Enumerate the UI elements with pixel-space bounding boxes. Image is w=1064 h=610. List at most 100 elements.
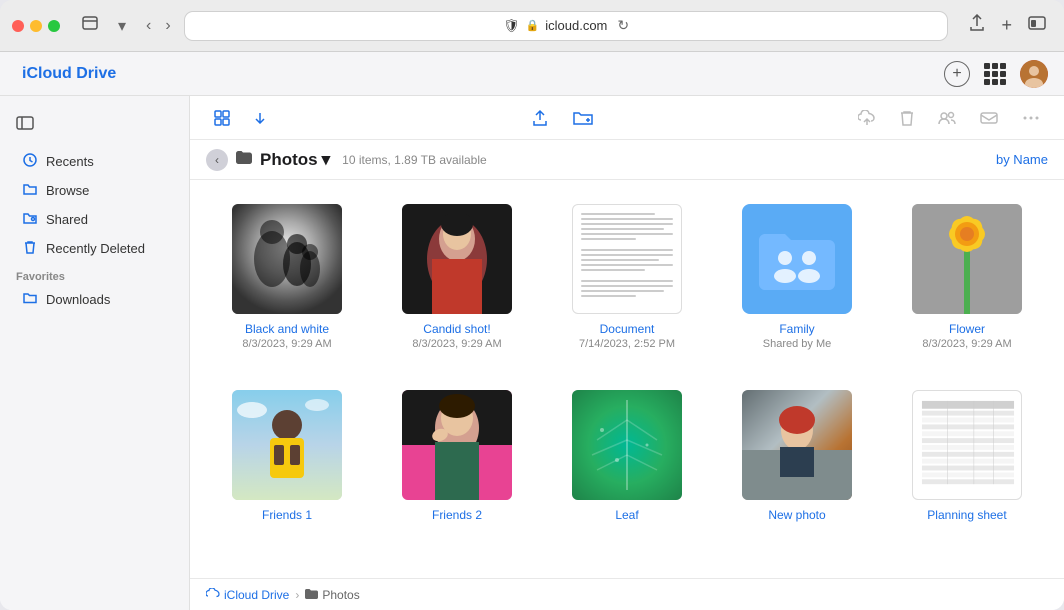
file-item-document[interactable]: Document 7/14/2023, 2:52 PM bbox=[550, 196, 704, 358]
file-date-family: Shared by Me bbox=[763, 338, 831, 350]
favorites-section-label: Favorites bbox=[0, 263, 189, 285]
apps-grid-button[interactable] bbox=[980, 59, 1010, 89]
app-title: iCloud Drive bbox=[22, 65, 116, 83]
file-date-candid-shot: 8/3/2023, 9:29 AM bbox=[412, 338, 501, 350]
tab-overview-button[interactable] bbox=[76, 12, 104, 39]
trash-disabled-button bbox=[892, 106, 922, 130]
path-subtitle: 10 items, 1.89 TB available bbox=[342, 153, 487, 167]
lock-icon: 🔒 bbox=[526, 19, 540, 32]
breadcrumb-current-label: Photos bbox=[322, 588, 359, 602]
browse-icon bbox=[22, 182, 38, 199]
tabs-button[interactable] bbox=[1022, 10, 1052, 41]
upload-button[interactable] bbox=[523, 105, 557, 131]
file-thumb-candid-shot bbox=[402, 204, 512, 314]
file-thumb-family bbox=[742, 204, 852, 314]
content-area: ‹ Photos ▾ 10 items, 1.89 TB available b… bbox=[190, 96, 1064, 610]
file-name-document: Document bbox=[600, 322, 655, 336]
maximize-button[interactable] bbox=[48, 20, 60, 32]
file-date-flower: 8/3/2023, 9:29 AM bbox=[922, 338, 1011, 350]
path-title[interactable]: Photos ▾ bbox=[260, 150, 330, 170]
user-avatar[interactable] bbox=[1020, 60, 1048, 88]
file-name-candid-shot: Candid shot! bbox=[423, 322, 490, 336]
current-folder-icon bbox=[236, 151, 252, 169]
file-grid: Black and white 8/3/2023, 9:29 AM bbox=[190, 180, 1064, 578]
close-button[interactable] bbox=[12, 20, 24, 32]
add-button[interactable]: + bbox=[944, 61, 970, 87]
breadcrumb-root-label: iCloud Drive bbox=[224, 588, 289, 602]
back-navigation-button[interactable]: ‹ bbox=[140, 13, 157, 39]
file-name-family: Family bbox=[779, 322, 814, 336]
shared-icon bbox=[22, 211, 38, 228]
file-thumb-black-and-white bbox=[232, 204, 342, 314]
sidebar: Recents Browse Shared bbox=[0, 96, 190, 610]
file-name-friends2: Friends 2 bbox=[432, 508, 482, 522]
reload-button[interactable]: ↻ bbox=[617, 17, 629, 34]
email-disabled-button bbox=[972, 106, 1006, 130]
file-name-new-photo: New photo bbox=[768, 508, 825, 522]
cloud-upload-disabled-button bbox=[850, 106, 884, 130]
file-name-leaf: Leaf bbox=[615, 508, 638, 522]
file-date-document: 7/14/2023, 2:52 PM bbox=[579, 338, 675, 350]
recently-deleted-icon bbox=[22, 240, 38, 257]
file-thumb-leaf bbox=[572, 390, 682, 500]
view-grid-button[interactable] bbox=[206, 106, 238, 130]
recents-icon bbox=[22, 153, 38, 170]
back-button[interactable]: ‹ bbox=[206, 149, 228, 171]
tab-chevron[interactable]: ▾ bbox=[112, 12, 132, 40]
file-thumb-friends1 bbox=[232, 390, 342, 500]
file-thumb-friends2 bbox=[402, 390, 512, 500]
file-name-flower: Flower bbox=[949, 322, 985, 336]
file-thumb-flower bbox=[912, 204, 1022, 314]
file-item-leaf[interactable]: Leaf bbox=[550, 382, 704, 532]
url-text: icloud.com bbox=[545, 18, 607, 33]
forward-navigation-button[interactable]: › bbox=[159, 13, 176, 39]
sidebar-item-recently-deleted[interactable]: Recently Deleted bbox=[6, 235, 183, 262]
share-browser-button[interactable] bbox=[963, 10, 991, 41]
file-item-new-photo[interactable]: New photo bbox=[720, 382, 874, 532]
new-folder-button[interactable] bbox=[565, 106, 601, 130]
file-item-planning-sheet[interactable]: Planning sheet bbox=[890, 382, 1044, 532]
sidebar-item-recents-label: Recents bbox=[46, 154, 94, 169]
breadcrumb-folder-icon bbox=[305, 588, 318, 602]
breadcrumb-cloud-icon bbox=[206, 588, 220, 602]
downloads-folder-icon bbox=[22, 291, 38, 307]
file-item-candid-shot[interactable]: Candid shot! 8/3/2023, 9:29 AM bbox=[380, 196, 534, 358]
new-tab-button[interactable]: + bbox=[995, 10, 1018, 41]
sidebar-item-browse[interactable]: Browse bbox=[6, 177, 183, 204]
share-people-disabled-button bbox=[930, 106, 964, 130]
file-name-planning-sheet: Planning sheet bbox=[927, 508, 1006, 522]
more-options-disabled-button bbox=[1014, 106, 1048, 130]
sidebar-item-recently-deleted-label: Recently Deleted bbox=[46, 241, 145, 256]
file-item-black-and-white[interactable]: Black and white 8/3/2023, 9:29 AM bbox=[210, 196, 364, 358]
sort-toggle-button[interactable] bbox=[246, 108, 274, 128]
breadcrumb-current: Photos bbox=[305, 588, 359, 602]
path-chevron-icon: ▾ bbox=[322, 150, 331, 170]
breadcrumb-bar: iCloud Drive › Photos bbox=[190, 578, 1064, 610]
file-thumb-planning-sheet bbox=[912, 390, 1022, 500]
sidebar-item-downloads[interactable]: Downloads bbox=[6, 286, 183, 312]
sidebar-toggle-button[interactable] bbox=[12, 112, 38, 139]
file-thumb-new-photo bbox=[742, 390, 852, 500]
sidebar-item-downloads-label: Downloads bbox=[46, 292, 110, 307]
toolbar bbox=[190, 96, 1064, 140]
breadcrumb-separator: › bbox=[295, 588, 299, 602]
path-bar: ‹ Photos ▾ 10 items, 1.89 TB available b… bbox=[190, 140, 1064, 180]
file-item-friends1[interactable]: Friends 1 bbox=[210, 382, 364, 532]
path-title-text: Photos bbox=[260, 150, 318, 170]
app-logo: iCloud Drive bbox=[16, 65, 116, 83]
file-name-black-and-white: Black and white bbox=[245, 322, 329, 336]
file-item-family[interactable]: Family Shared by Me bbox=[720, 196, 874, 358]
sidebar-item-shared-label: Shared bbox=[46, 212, 88, 227]
file-item-flower[interactable]: Flower 8/3/2023, 9:29 AM bbox=[890, 196, 1044, 358]
shield-icon: 🛡 bbox=[503, 18, 520, 34]
sidebar-item-browse-label: Browse bbox=[46, 183, 89, 198]
breadcrumb-root[interactable]: iCloud Drive bbox=[206, 588, 289, 602]
sidebar-item-recents[interactable]: Recents bbox=[6, 148, 183, 175]
file-item-friends2[interactable]: Friends 2 bbox=[380, 382, 534, 532]
file-thumb-document bbox=[572, 204, 682, 314]
url-bar[interactable]: 🛡 🔒 icloud.com ↻ bbox=[185, 12, 948, 40]
sidebar-item-shared[interactable]: Shared bbox=[6, 206, 183, 233]
minimize-button[interactable] bbox=[30, 20, 42, 32]
file-date-black-and-white: 8/3/2023, 9:29 AM bbox=[242, 338, 331, 350]
sort-button[interactable]: by Name bbox=[996, 152, 1048, 167]
